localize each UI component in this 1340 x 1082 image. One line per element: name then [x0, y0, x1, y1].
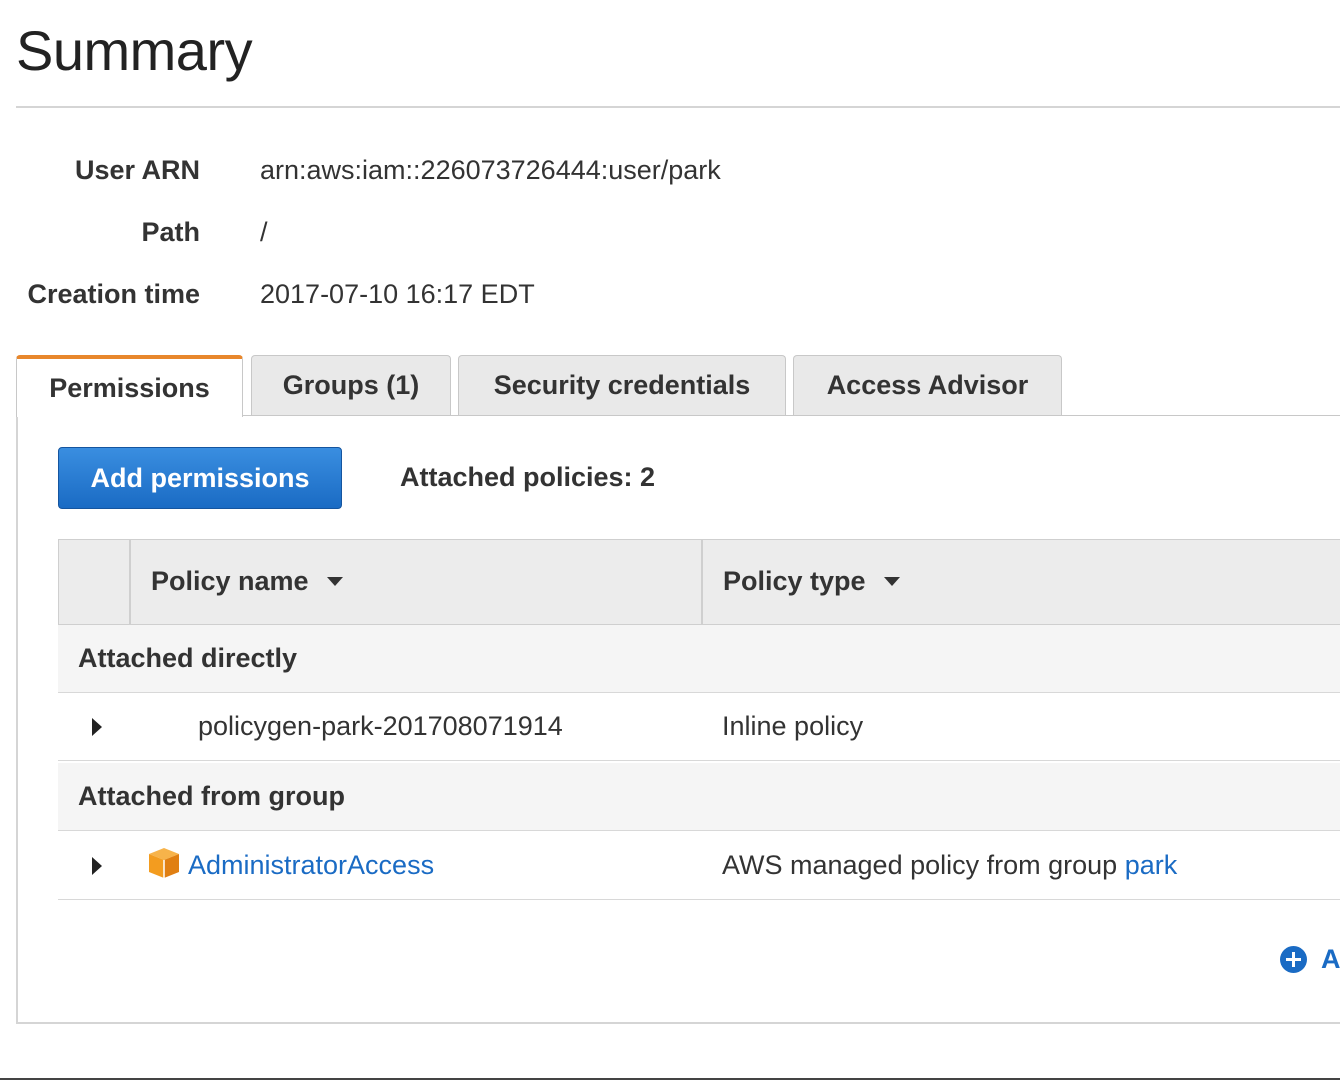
column-header-label: Policy type — [723, 566, 866, 596]
creation-time-label: Creation time — [27, 279, 200, 309]
group-row-attached-from-group: Attached from group — [58, 763, 1340, 831]
column-divider — [701, 540, 703, 624]
add-inline-policy-link[interactable]: A — [1280, 944, 1340, 975]
tab-label: Access Advisor — [826, 370, 1029, 400]
tab-permissions[interactable]: Permissions — [16, 355, 243, 417]
tab-label: Security credentials — [493, 370, 751, 400]
tab-label: Permissions — [49, 372, 210, 403]
add-permissions-button[interactable]: Add permissions — [58, 447, 342, 509]
path-value: / — [260, 217, 268, 247]
policy-name-column-header[interactable]: Policy name — [151, 566, 343, 597]
user-arn-label: User ARN — [74, 155, 200, 185]
policies-table-header: Policy name Policy type — [58, 539, 1340, 625]
creation-time-value: 2017-07-10 16:17 EDT — [260, 279, 535, 309]
policy-name-link[interactable]: AdministratorAccess — [188, 850, 434, 881]
group-label: Attached from group — [78, 781, 345, 811]
sort-caret-down-icon — [326, 577, 343, 586]
sort-caret-down-icon — [883, 577, 900, 586]
column-divider — [129, 540, 131, 624]
path-label: Path — [141, 217, 200, 247]
policy-type-column-header[interactable]: Policy type — [723, 566, 900, 597]
user-arn-value: arn:aws:iam::226073726444:user/park — [260, 155, 721, 185]
expand-caret-icon[interactable] — [92, 857, 102, 875]
group-label: Attached directly — [78, 643, 298, 673]
tab-groups[interactable]: Groups (1) — [251, 355, 451, 415]
policy-type-text: AWS managed policy from group — [722, 850, 1118, 880]
expand-caret-icon[interactable] — [92, 718, 102, 736]
tab-security-credentials[interactable]: Security credentials — [458, 355, 786, 415]
column-header-label: Policy name — [151, 566, 309, 596]
table-row: policygen-park-201708071914 Inline polic… — [58, 693, 1340, 761]
plus-circle-icon — [1280, 946, 1307, 973]
policy-type-cell: Inline policy — [722, 711, 864, 741]
tab-access-advisor[interactable]: Access Advisor — [793, 355, 1062, 415]
tab-label: Groups (1) — [282, 370, 420, 400]
group-row-attached-directly: Attached directly — [58, 625, 1340, 693]
bottom-divider — [0, 1078, 1340, 1080]
policy-type-cell: AWS managed policy from group park — [722, 850, 1177, 881]
title-divider — [16, 106, 1340, 108]
page-title: Summary — [16, 19, 253, 82]
add-inline-policy-label: A — [1321, 944, 1340, 974]
aws-managed-policy-cube-icon — [149, 848, 179, 878]
group-park-link[interactable]: park — [1125, 850, 1178, 880]
attached-policies-count: Attached policies: 2 — [400, 462, 656, 492]
table-row: AdministratorAccess AWS managed policy f… — [58, 832, 1340, 900]
policy-name-cell: policygen-park-201708071914 — [198, 711, 563, 741]
